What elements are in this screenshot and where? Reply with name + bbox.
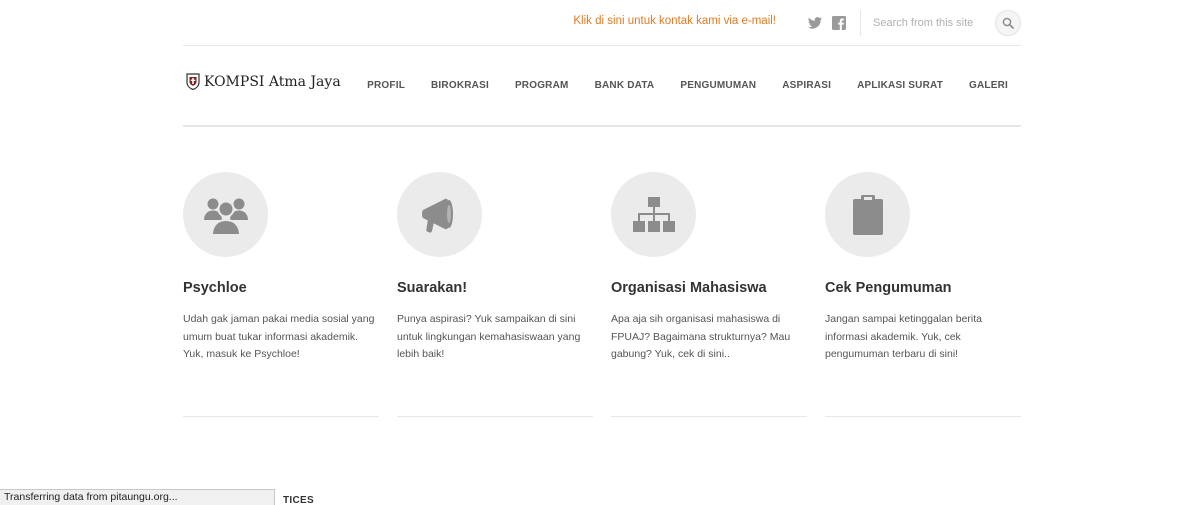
features-section: Psychloe Udah gak jaman pakai media sosi… [183, 172, 1021, 417]
feature-icon-circle[interactable] [825, 172, 910, 257]
feature-organisasi-mahasiswa: Organisasi Mahasiswa Apa aja sih organis… [611, 172, 807, 417]
notices-heading-partial: TICES [283, 495, 314, 505]
feature-description: Apa aja sih organisasi mahasiswa di FPUA… [611, 313, 791, 360]
site-header: KOMPSI Atma Jaya PROFIL BIROKRASI PROGRA… [183, 47, 1021, 127]
search-icon [1002, 17, 1014, 29]
feature-title[interactable]: Psychloe [183, 280, 247, 296]
nav-program[interactable]: PROGRAM [515, 80, 569, 91]
search-input[interactable] [873, 12, 985, 34]
facebook-icon[interactable] [831, 15, 847, 31]
feature-psychloe: Psychloe Udah gak jaman pakai media sosi… [183, 172, 379, 417]
feature-title[interactable]: Suarakan! [397, 280, 467, 296]
feature-description: Jangan sampai ketinggalan berita informa… [825, 313, 983, 360]
logo-text: KOMPSI Atma Jaya [204, 73, 341, 90]
feature-cek-pengumuman: Cek Pengumuman Jangan sampai ketinggalan… [825, 172, 1021, 417]
nav-pengumuman[interactable]: PENGUMUMAN [680, 80, 756, 91]
nav-bank-data[interactable]: BANK DATA [595, 80, 655, 91]
feature-icon-circle[interactable] [183, 172, 268, 257]
main-nav: PROFIL BIROKRASI PROGRAM BANK DATA PENGU… [341, 80, 1008, 91]
topbar-divider [860, 10, 861, 36]
feature-suarakan: Suarakan! Punya aspirasi? Yuk sampaikan … [397, 172, 593, 417]
site-logo[interactable]: KOMPSI Atma Jaya [186, 73, 341, 90]
megaphone-icon [421, 198, 453, 233]
twitter-icon[interactable] [807, 15, 823, 31]
users-group-icon [203, 198, 248, 236]
feature-icon-circle[interactable] [611, 172, 696, 257]
feature-title[interactable]: Organisasi Mahasiswa [611, 280, 767, 296]
feature-description: Punya aspirasi? Yuk sampaikan di sini un… [397, 313, 581, 360]
feature-title[interactable]: Cek Pengumuman [825, 280, 952, 296]
nav-aplikasi-surat[interactable]: APLIKASI SURAT [857, 80, 943, 91]
top-bar: Klik di sini untuk kontak kami via e-mai… [183, 0, 1021, 46]
shield-emblem-icon [186, 73, 200, 90]
nav-birokrasi[interactable]: BIROKRASI [431, 80, 489, 91]
clipboard-icon [852, 194, 883, 235]
nav-galeri[interactable]: GALERI [969, 80, 1008, 91]
search-button[interactable] [995, 10, 1021, 36]
feature-description: Udah gak jaman pakai media sosial yang u… [183, 313, 375, 360]
feature-icon-circle[interactable] [397, 172, 482, 257]
org-chart-icon [632, 196, 675, 232]
nav-profil[interactable]: PROFIL [367, 80, 405, 91]
contact-email-link[interactable]: Klik di sini untuk kontak kami via e-mai… [573, 15, 776, 27]
browser-status-bar: Transferring data from pitaungu.org... [0, 489, 275, 505]
nav-aspirasi[interactable]: ASPIRASI [782, 80, 831, 91]
